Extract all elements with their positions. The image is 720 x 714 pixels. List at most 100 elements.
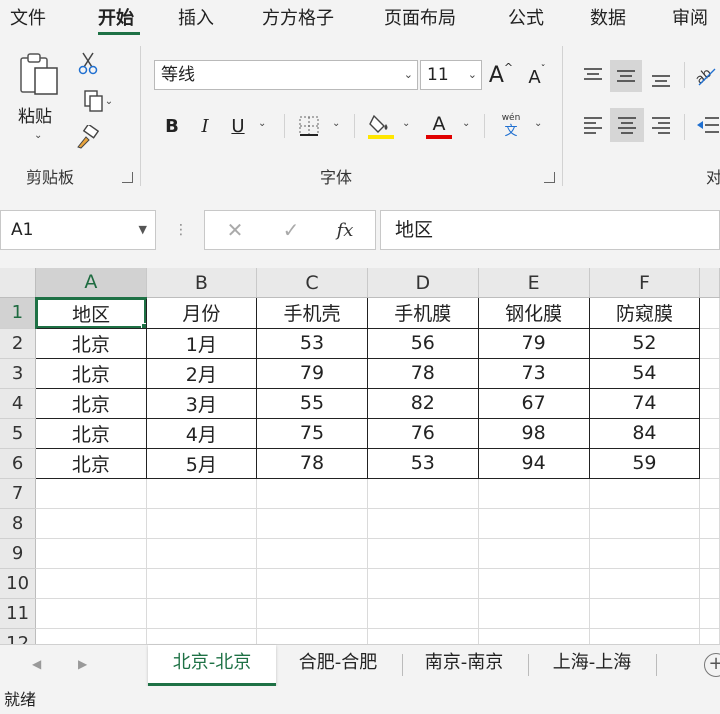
- empty-cell[interactable]: [699, 448, 720, 479]
- empty-cell[interactable]: [367, 538, 479, 569]
- empty-cell[interactable]: [699, 508, 720, 539]
- empty-cell[interactable]: [478, 538, 590, 569]
- empty-cell[interactable]: [699, 328, 720, 359]
- sheet-tab-hefei[interactable]: 合肥-合肥: [282, 645, 394, 683]
- empty-cell[interactable]: [699, 297, 720, 329]
- empty-cell[interactable]: [35, 598, 147, 629]
- align-middle-button[interactable]: [610, 60, 642, 92]
- table-cell[interactable]: 84: [588, 417, 701, 449]
- empty-cell[interactable]: [589, 478, 701, 509]
- empty-cell[interactable]: [256, 598, 368, 629]
- column-header-partial[interactable]: [699, 268, 720, 298]
- table-cell[interactable]: 北京: [35, 327, 147, 359]
- table-cell[interactable]: 54: [588, 357, 701, 389]
- table-cell[interactable]: 82: [366, 387, 479, 419]
- row-header[interactable]: 9: [0, 538, 37, 569]
- align-top-button[interactable]: [578, 60, 608, 90]
- empty-cell[interactable]: [589, 538, 701, 569]
- row-header[interactable]: 2: [0, 328, 37, 359]
- empty-cell[interactable]: [699, 478, 720, 509]
- paste-dropdown-icon[interactable]: ⌄: [34, 130, 42, 141]
- paste-label[interactable]: 粘贴: [18, 102, 52, 127]
- empty-cell[interactable]: [478, 628, 590, 644]
- column-header[interactable]: F: [589, 268, 701, 298]
- table-cell[interactable]: 1月: [145, 327, 258, 359]
- borders-dropdown-icon[interactable]: ⌄: [332, 118, 340, 129]
- table-cell[interactable]: 3月: [145, 387, 258, 419]
- empty-cell[interactable]: [589, 508, 701, 539]
- insert-function-button[interactable]: fx: [330, 210, 360, 250]
- column-header[interactable]: D: [367, 268, 479, 298]
- empty-cell[interactable]: [35, 568, 147, 599]
- scroll-tabs-right-icon[interactable]: ▶: [78, 657, 87, 671]
- sheet-tab-nanjing[interactable]: 南京-南京: [408, 645, 520, 683]
- table-cell[interactable]: 53: [256, 327, 368, 359]
- italic-button[interactable]: I: [196, 112, 214, 140]
- underline-button[interactable]: U: [228, 112, 248, 140]
- borders-button[interactable]: [296, 112, 324, 140]
- decrease-font-size-button[interactable]: Aˇ: [524, 62, 550, 92]
- table-cell[interactable]: 防窥膜: [588, 297, 701, 329]
- empty-cell[interactable]: [478, 598, 590, 629]
- menu-review[interactable]: 审阅: [672, 4, 708, 30]
- menu-home[interactable]: 开始: [98, 4, 134, 30]
- row-header[interactable]: 11: [0, 598, 37, 629]
- menu-page-layout[interactable]: 页面布局: [384, 4, 456, 30]
- row-header[interactable]: 1: [0, 297, 37, 329]
- fill-color-dropdown-icon[interactable]: ⌄: [402, 118, 410, 129]
- empty-cell[interactable]: [146, 508, 258, 539]
- table-cell[interactable]: 手机壳: [256, 297, 368, 329]
- font-size-select[interactable]: 11 ⌄: [420, 60, 482, 90]
- add-sheet-button[interactable]: +: [704, 653, 720, 677]
- empty-cell[interactable]: [589, 628, 701, 644]
- menu-fangfanggezi[interactable]: 方方格子: [262, 4, 334, 30]
- table-cell[interactable]: 78: [256, 447, 368, 479]
- empty-cell[interactable]: [589, 568, 701, 599]
- empty-cell[interactable]: [367, 508, 479, 539]
- table-cell[interactable]: 67: [477, 387, 590, 419]
- table-cell[interactable]: 79: [477, 327, 590, 359]
- align-bottom-button[interactable]: [646, 64, 676, 94]
- empty-cell[interactable]: [146, 538, 258, 569]
- row-header[interactable]: 4: [0, 388, 37, 419]
- table-cell[interactable]: 53: [366, 447, 479, 479]
- row-header[interactable]: 7: [0, 478, 37, 509]
- empty-cell[interactable]: [35, 478, 147, 509]
- table-cell[interactable]: 2月: [145, 357, 258, 389]
- font-launcher-icon[interactable]: [544, 172, 555, 183]
- align-center-button[interactable]: [610, 108, 644, 142]
- empty-cell[interactable]: [478, 568, 590, 599]
- table-cell[interactable]: 北京: [35, 387, 147, 419]
- table-cell[interactable]: 56: [366, 327, 479, 359]
- active-cell[interactable]: 地区: [35, 297, 147, 329]
- align-left-button[interactable]: [578, 110, 608, 140]
- empty-cell[interactable]: [699, 598, 720, 629]
- fill-color-button[interactable]: [366, 110, 396, 142]
- cut-button[interactable]: [76, 50, 100, 76]
- table-cell[interactable]: 79: [256, 357, 368, 389]
- empty-cell[interactable]: [146, 628, 258, 644]
- menu-formulas[interactable]: 公式: [508, 4, 544, 30]
- name-box[interactable]: A1 ▼: [0, 210, 156, 250]
- formula-input[interactable]: 地区: [380, 210, 720, 250]
- empty-cell[interactable]: [699, 628, 720, 644]
- font-color-button[interactable]: A: [424, 110, 454, 142]
- empty-cell[interactable]: [367, 478, 479, 509]
- table-cell[interactable]: 北京: [35, 357, 147, 389]
- empty-cell[interactable]: [699, 538, 720, 569]
- empty-cell[interactable]: [146, 568, 258, 599]
- empty-cell[interactable]: [146, 478, 258, 509]
- menu-file[interactable]: 文件: [10, 4, 46, 30]
- table-cell[interactable]: 手机膜: [366, 297, 479, 329]
- table-cell[interactable]: 52: [588, 327, 701, 359]
- table-cell[interactable]: 钢化膜: [477, 297, 590, 329]
- clipboard-launcher-icon[interactable]: [122, 172, 133, 183]
- empty-cell[interactable]: [478, 508, 590, 539]
- column-header[interactable]: B: [146, 268, 258, 298]
- cancel-icon[interactable]: ✕: [220, 210, 250, 250]
- confirm-icon[interactable]: ✓: [276, 210, 306, 250]
- orientation-button[interactable]: ab: [692, 60, 720, 90]
- empty-cell[interactable]: [256, 628, 368, 644]
- fill-handle[interactable]: [140, 322, 146, 328]
- empty-cell[interactable]: [256, 508, 368, 539]
